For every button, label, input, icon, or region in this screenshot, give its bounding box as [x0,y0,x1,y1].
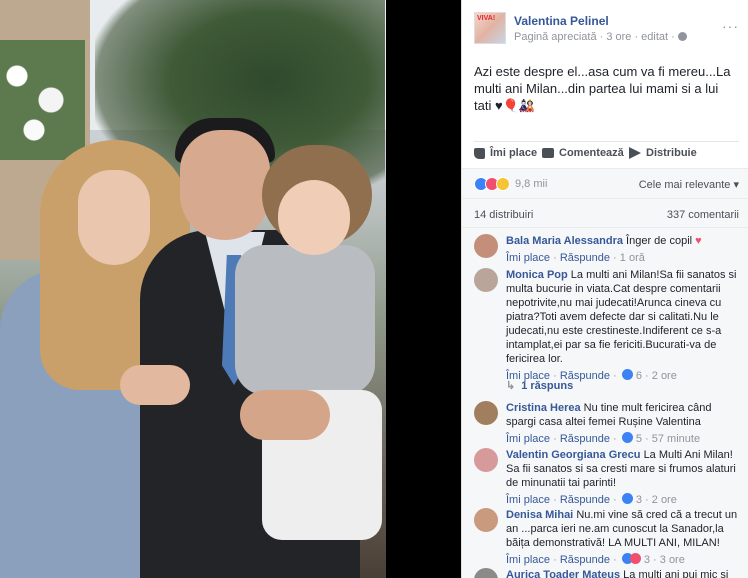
comment-author[interactable]: Bala Maria Alessandra [506,235,623,247]
page-name-link[interactable]: Valentina Pelinel [514,14,609,28]
wow-reaction-icon [496,177,510,191]
comment-time: 57 minute [651,433,701,445]
thumbs-up-icon [474,147,485,159]
share-label: Distribuie [646,147,697,159]
comment-like-link[interactable]: Îmi place [506,433,550,445]
comments-list: Bala Maria Alessandra Înger de copil ♥ Î… [462,228,748,578]
page-logo: VIVA! [477,15,496,22]
comment-reaction-count[interactable]: 5 [636,433,642,445]
comment-meta: Îmi place · Răspunde · 5 · 57 minute [506,432,701,445]
comment-time: 2 ore [651,370,677,382]
comment-like-link[interactable]: Îmi place [506,494,550,506]
comment-like-link[interactable]: Îmi place [506,252,550,264]
comment-label: Comentează [559,147,624,159]
photo-baby-suit [235,245,375,395]
comment-body: Aurica Toader Mateus La multi ani pui mi… [506,568,742,578]
share-icon [629,147,641,159]
like-button[interactable]: Îmi place [474,147,537,159]
comment-reply-link[interactable]: Răspunde [560,433,610,445]
avatar[interactable] [474,448,498,472]
replies-label: 1 răspuns [521,380,574,392]
comment-author[interactable]: Monica Pop [506,269,568,281]
comment-text: Înger de copil [626,235,693,247]
comment-time: 1 oră [619,252,645,264]
comment-author[interactable]: Denisa Mihai [506,509,573,521]
comment-text: La multi ani pui mic si [623,569,729,578]
comment-author[interactable]: Aurica Toader Mateus [506,569,620,578]
shares-count[interactable]: 14 distribuiri [474,209,533,221]
like-label: Îmi place [490,147,538,159]
avatar[interactable] [474,508,498,532]
avatar[interactable] [474,568,498,578]
comment-reply-link[interactable]: Răspunde [560,252,610,264]
divider [474,141,739,142]
view-replies-link[interactable]: ↳ 1 răspuns [506,379,573,392]
heart-icon: ♥ [695,235,702,247]
photo-flowers [0,40,85,160]
photo-man-face [180,130,270,240]
comment-meta: Îmi place · Răspunde · 3 · 2 ore [506,493,677,506]
comment-time: 3 ore [659,554,685,566]
comment-author[interactable]: Cristina Herea [506,402,581,414]
photo-baby-face [278,180,350,255]
globe-icon [677,32,687,41]
love-reaction-icon [629,553,641,564]
comment-body: Valentin Georgiana Grecu La Multi Ani Mi… [506,448,742,507]
post-options-icon[interactable]: ··· [722,18,739,34]
share-button[interactable]: Distribuie [629,147,697,159]
comment-reaction-count[interactable]: 6 [636,370,642,382]
comment-text: La multi ani Milan!Sa fii sanatos si mul… [506,269,737,365]
photo-hand [240,390,330,440]
comment-body: Cristina Herea Nu tine mult fericirea câ… [506,401,742,446]
photo-woman-face [78,170,150,265]
comment-time: 2 ore [651,494,677,506]
comment-body: Denisa Mihai Nu.mi vine să cred că a tre… [506,508,742,567]
comment-meta: Îmi place · Răspunde · 1 oră [506,252,645,264]
post-header: VIVA! Valentina Pelinel Pagină apreciată… [474,12,739,48]
sort-comments-dropdown[interactable]: Cele mai relevante ▾ [639,178,739,191]
comment-icon [542,148,554,158]
post-actions: Îmi place Comentează Distribuie [474,147,739,165]
comment-author[interactable]: Valentin Georgiana Grecu [506,449,641,461]
like-reaction-icon [621,493,633,504]
post-stats: 14 distribuiri 337 comentarii [462,198,748,228]
reactions-bar: 9,8 mii Cele mai relevante ▾ [462,168,748,198]
comment-reaction-count[interactable]: 3 [644,554,650,566]
comment-reaction-count[interactable]: 3 [636,494,642,506]
comment-like-link[interactable]: Îmi place [506,554,550,566]
like-reaction-icon [621,369,633,380]
reaction-count: 9,8 mii [515,178,548,190]
like-reaction-icon [621,432,633,443]
avatar[interactable] [474,401,498,425]
photo-woman-hand [120,365,190,405]
comment-reply-link[interactable]: Răspunde [560,494,610,506]
avatar[interactable] [474,268,498,292]
page-avatar[interactable]: VIVA! [474,12,506,44]
comments-count[interactable]: 337 comentarii [667,209,739,221]
comment-body: Monica Pop La multi ani Milan!Sa fii san… [506,268,742,383]
reply-arrow-icon: ↳ [506,380,516,392]
post-meta-text: Pagină apreciată · 3 ore · editat · [514,31,675,43]
post-text: Azi este despre el...asa cum va fi mereu… [474,64,731,113]
comment-button[interactable]: Comentează [542,147,624,159]
post-panel: VIVA! Valentina Pelinel Pagină apreciată… [461,0,748,578]
reactions-summary[interactable]: 9,8 mii [474,177,547,191]
avatar[interactable] [474,234,498,258]
post-photo[interactable] [0,0,386,578]
comment-meta: Îmi place · Răspunde · 3 · 3 ore [506,553,685,566]
comment-body: Bala Maria Alessandra Înger de copil ♥ Î… [506,234,742,265]
comment-reply-link[interactable]: Răspunde [560,554,610,566]
post-meta: Pagină apreciată · 3 ore · editat · [514,31,687,43]
